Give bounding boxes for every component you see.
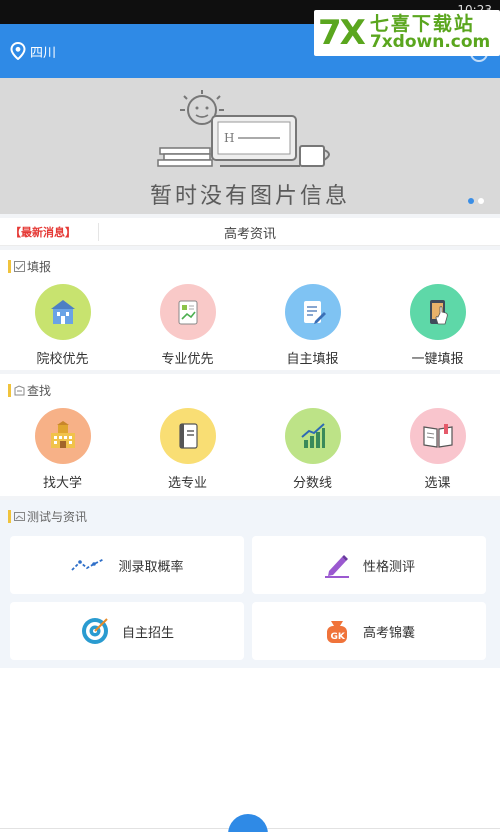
watermark-en: 7xdown.com <box>369 32 491 52</box>
card-label: 测录取概率 <box>118 559 184 575</box>
empty-content-area <box>0 668 500 832</box>
fill-section-title: 填报 <box>27 260 52 274</box>
search-item-label: 找大学 <box>42 476 82 491</box>
location-pin-icon <box>10 42 26 60</box>
svg-text:GK: GK <box>330 632 345 642</box>
trend-line-icon <box>71 558 105 571</box>
target-icon <box>81 618 108 644</box>
search-section-header: 查找 <box>8 382 51 399</box>
search-item-score-line[interactable]: 分数线 <box>250 408 375 491</box>
empty-image-illustration: H <box>157 90 330 167</box>
location-selector[interactable]: 四川 <box>10 40 56 62</box>
fill-section: 填报 院校优先 专业优先 自主填报 一键填报 <box>0 250 500 370</box>
fill-section-header: 填报 <box>8 258 51 275</box>
search-item-label: 选课 <box>424 476 451 491</box>
search-item-choose-course[interactable]: 选课 <box>375 408 500 491</box>
fill-item-label: 院校优先 <box>36 352 89 367</box>
fill-item-major-first[interactable]: 专业优先 <box>125 284 250 367</box>
card-independent-enrollment[interactable]: 自主招生 <box>10 602 244 660</box>
card-label: 自主招生 <box>121 625 174 641</box>
fill-item-label: 自主填报 <box>286 352 339 367</box>
news-ticker[interactable]: 【最新消息】 高考资讯 <box>0 218 500 246</box>
banner-carousel[interactable]: H 暂时没有图片信息 <box>0 78 500 214</box>
search-item-find-university[interactable]: 找大学 <box>0 408 125 491</box>
card-personality-test[interactable]: 性格测评 <box>252 536 486 594</box>
edit-form-icon <box>284 284 341 340</box>
gk-bag-icon: GK <box>326 621 347 643</box>
news-title[interactable]: 高考资讯 <box>0 223 500 242</box>
section-accent-bar <box>8 384 11 397</box>
card-admission-probability[interactable]: 测录取概率 <box>10 536 244 594</box>
carousel-dot-active[interactable] <box>468 198 474 204</box>
location-label: 四川 <box>30 45 57 61</box>
search-item-label: 分数线 <box>292 476 332 491</box>
carousel-dot[interactable] <box>478 198 484 204</box>
tap-phone-icon <box>409 284 466 340</box>
fill-item-school-first[interactable]: 院校优先 <box>0 284 125 367</box>
pen-icon <box>324 555 349 578</box>
search-item-choose-major[interactable]: 选专业 <box>125 408 250 491</box>
card-exam-tips[interactable]: GK 高考锦囊 <box>252 602 486 660</box>
tests-section-header: 测试与资讯 <box>8 508 87 525</box>
checkbox-icon <box>14 261 25 272</box>
search-section-icon <box>14 385 25 396</box>
svg-text:H: H <box>224 131 234 145</box>
school-icon <box>34 284 91 340</box>
search-grid: 找大学 选专业 分数线 选课 <box>0 408 500 491</box>
notebook-icon <box>159 408 216 464</box>
bar-chart-icon <box>284 408 341 464</box>
fill-item-label: 专业优先 <box>161 352 214 367</box>
image-icon <box>14 512 25 521</box>
search-item-label: 选专业 <box>167 476 207 491</box>
university-building-icon <box>34 408 91 464</box>
major-book-icon <box>159 284 216 340</box>
carousel-dots <box>468 198 484 204</box>
banner-empty-text: 暂时没有图片信息 <box>149 184 350 209</box>
fill-item-label: 一键填报 <box>411 352 464 367</box>
fill-grid: 院校优先 专业优先 自主填报 一键填报 <box>0 284 500 367</box>
tests-section: 测试与资讯 测录取概率 性格测评 自主招生 GK 高考锦囊 <box>0 500 500 668</box>
search-section: 查找 找大学 选专业 分数线 选课 <box>0 374 500 496</box>
open-book-icon <box>409 408 466 464</box>
search-section-title: 查找 <box>27 384 52 398</box>
card-label: 高考锦囊 <box>362 625 415 641</box>
section-accent-bar <box>8 510 11 523</box>
watermark-logo: 7X 七喜下载站 7xdown.com <box>314 10 500 56</box>
fill-item-one-click[interactable]: 一键填报 <box>375 284 500 367</box>
section-accent-bar <box>8 260 11 273</box>
card-label: 性格测评 <box>362 559 415 575</box>
fill-item-self-fill[interactable]: 自主填报 <box>250 284 375 367</box>
watermark-7x: 7X <box>318 13 366 53</box>
tests-section-title: 测试与资讯 <box>27 510 88 524</box>
